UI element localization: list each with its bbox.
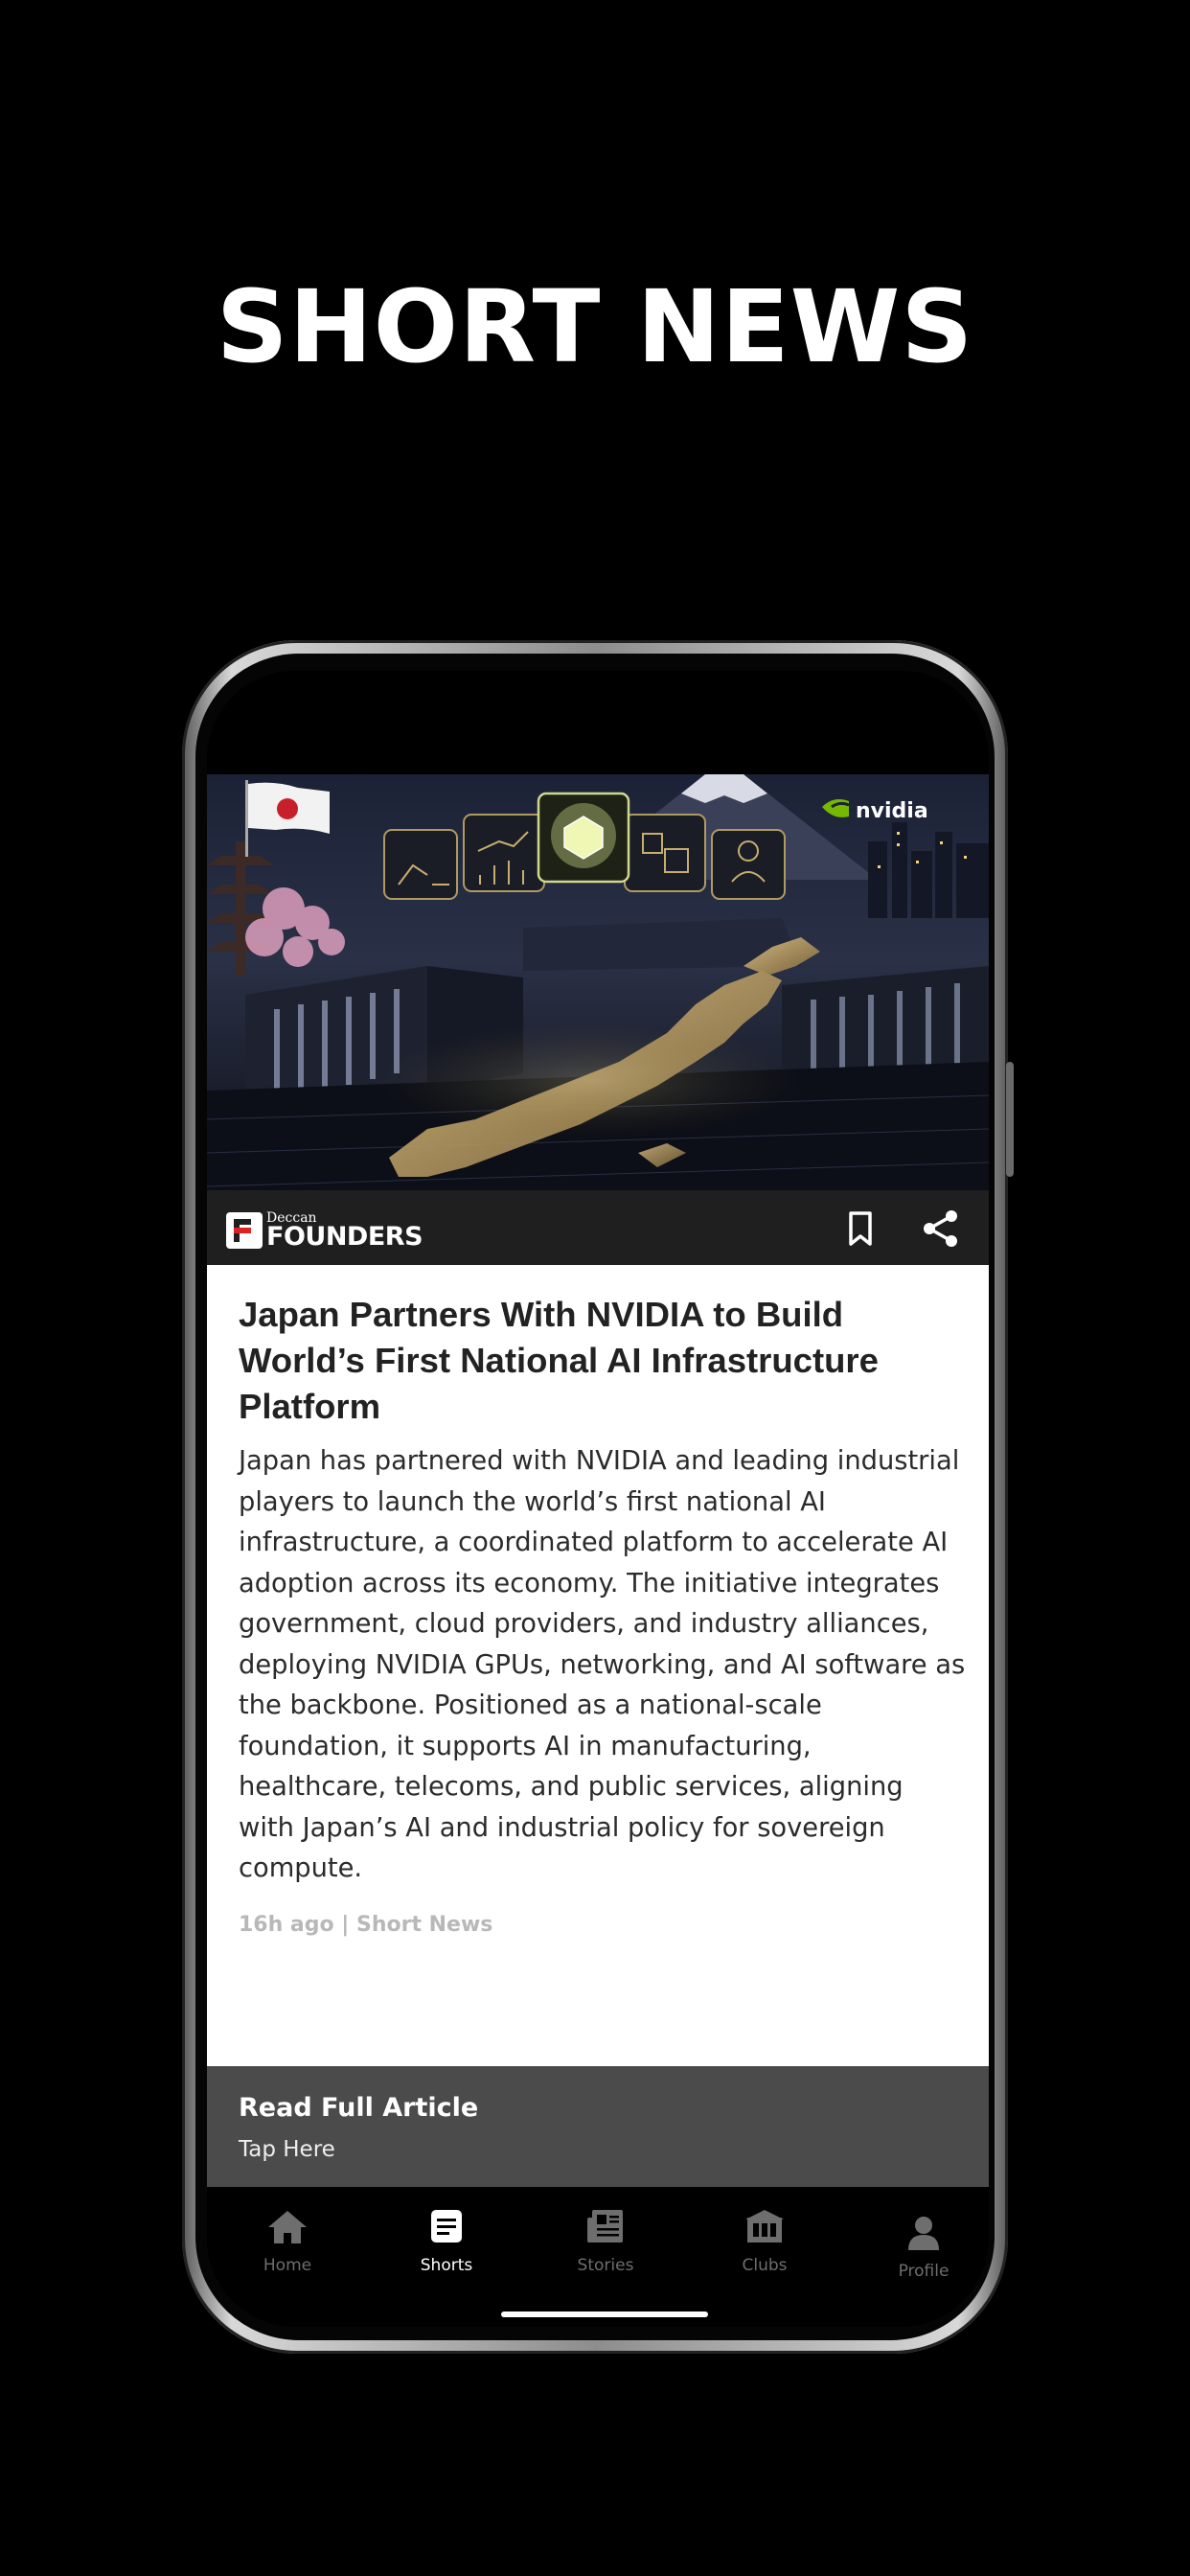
- logo-text-big: FOUNDERS: [266, 1222, 423, 1252]
- tab-clubs[interactable]: Clubs: [698, 2208, 832, 2275]
- tab-stories-label: Stories: [577, 2256, 634, 2275]
- read-full-article-title: Read Full Article: [239, 2093, 479, 2123]
- home-icon: [268, 2211, 307, 2243]
- share-button[interactable]: [920, 1208, 962, 1250]
- profile-icon: [908, 2217, 939, 2250]
- tab-stories[interactable]: Stories: [538, 2208, 673, 2275]
- nvidia-logo-text: nvidia: [856, 799, 928, 823]
- article-content: Japan Partners With NVIDIA to Build Worl…: [207, 1265, 989, 2066]
- tab-shorts[interactable]: Shorts: [379, 2208, 514, 2275]
- tab-profile-label: Profile: [898, 2262, 950, 2281]
- page-headline: SHORT NEWS: [216, 268, 974, 385]
- tab-clubs-label: Clubs: [742, 2256, 788, 2275]
- bookmark-icon: [849, 1211, 872, 1246]
- hero-illustration: nvidia: [207, 774, 989, 1190]
- stories-icon: [587, 2210, 623, 2242]
- read-full-article-button[interactable]: Read Full Article Tap Here: [207, 2066, 989, 2187]
- clubs-icon: [745, 2210, 784, 2242]
- deccan-founders-logo: Deccan FOUNDERS: [226, 1211, 423, 1250]
- tab-home[interactable]: Home: [220, 2208, 355, 2275]
- article-hero-image: nvidia: [207, 774, 989, 1190]
- phone-screen: nvidia Deccan FOUNDERS Japan Partners Wi…: [207, 671, 989, 2327]
- tab-shorts-label: Shorts: [420, 2256, 473, 2275]
- read-full-article-subtitle: Tap Here: [239, 2137, 335, 2162]
- share-icon: [924, 1210, 957, 1247]
- logo-mark-icon: [226, 1212, 263, 1249]
- tab-home-label: Home: [263, 2256, 312, 2275]
- phone-power-button: [1006, 1062, 1014, 1177]
- article-body: Japan has partnered with NVIDIA and lead…: [239, 1446, 966, 1883]
- home-indicator: [501, 2312, 708, 2317]
- bottom-tab-bar: Home Shorts Stories Clubs Profile: [207, 2187, 989, 2327]
- bookmark-button[interactable]: [839, 1208, 881, 1250]
- article-source-bar: Deccan FOUNDERS: [207, 1190, 989, 1265]
- article-title: Japan Partners With NVIDIA to Build Worl…: [239, 1295, 879, 1426]
- shorts-icon: [431, 2210, 462, 2242]
- notch: [443, 671, 755, 724]
- article-meta: 16h ago | Short News: [239, 1913, 493, 1937]
- tab-profile[interactable]: Profile: [857, 2214, 989, 2281]
